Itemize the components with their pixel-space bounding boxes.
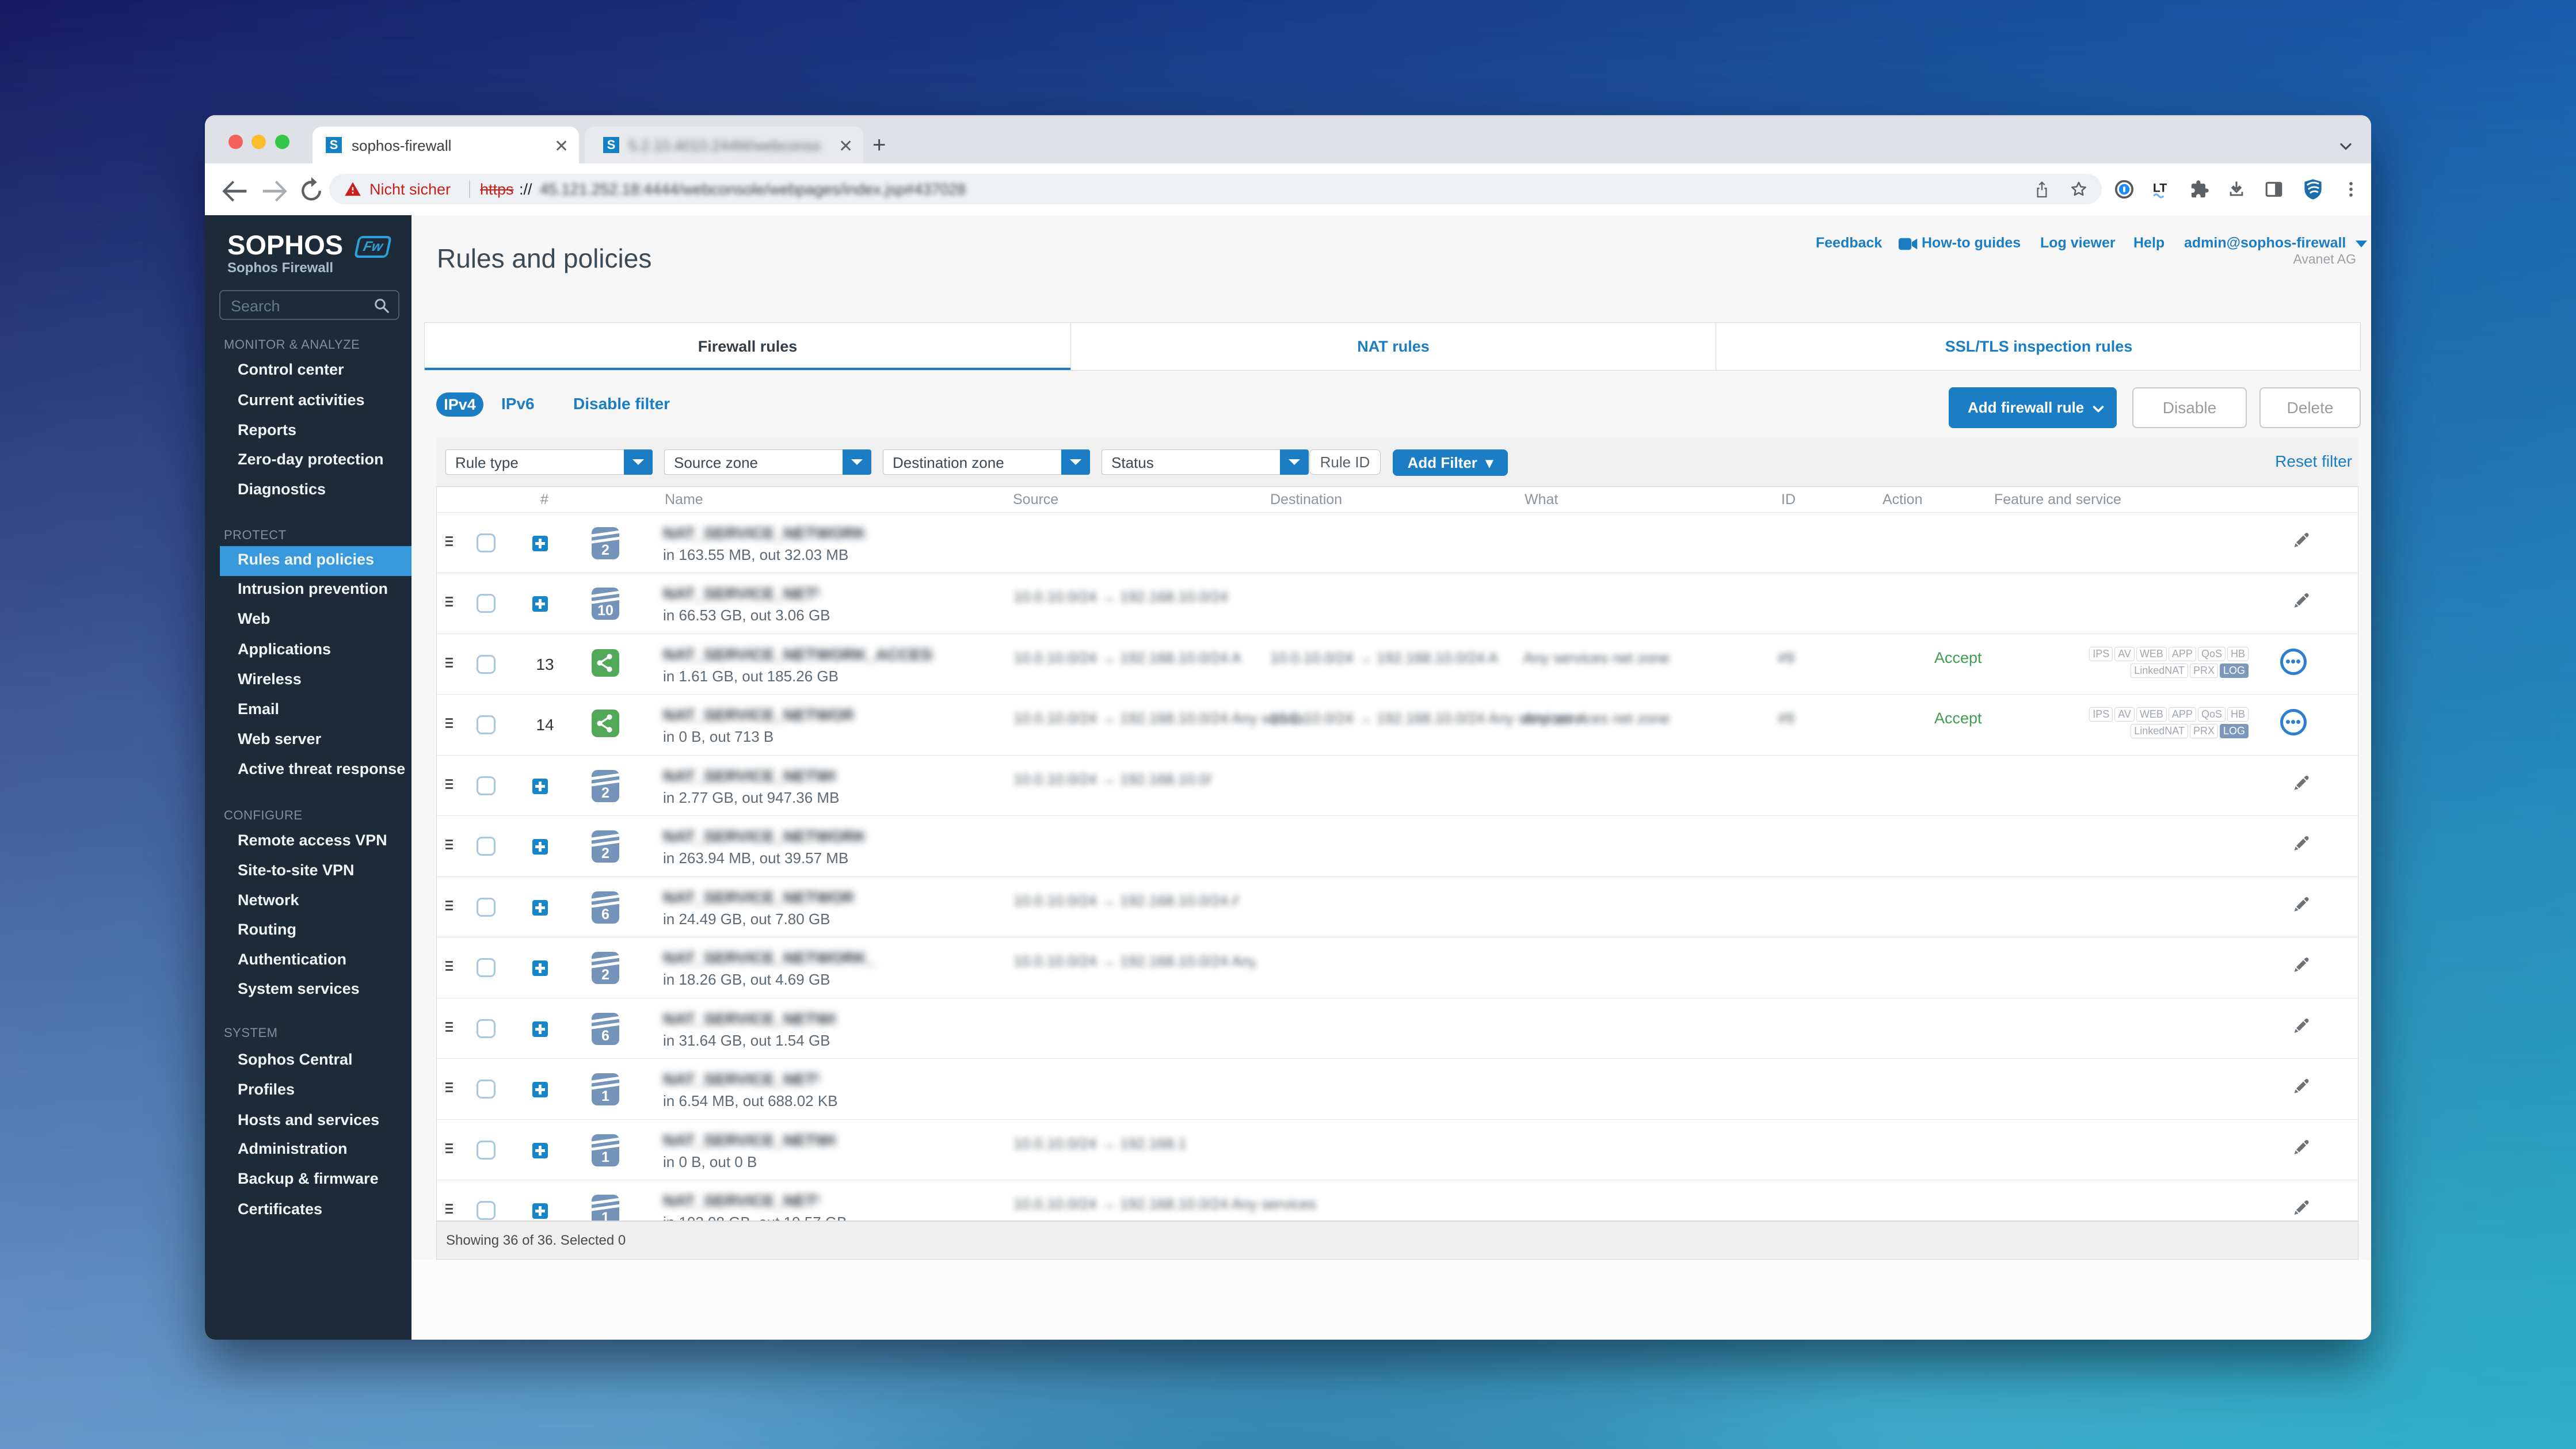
svg-text:LT: LT [2153, 181, 2167, 195]
